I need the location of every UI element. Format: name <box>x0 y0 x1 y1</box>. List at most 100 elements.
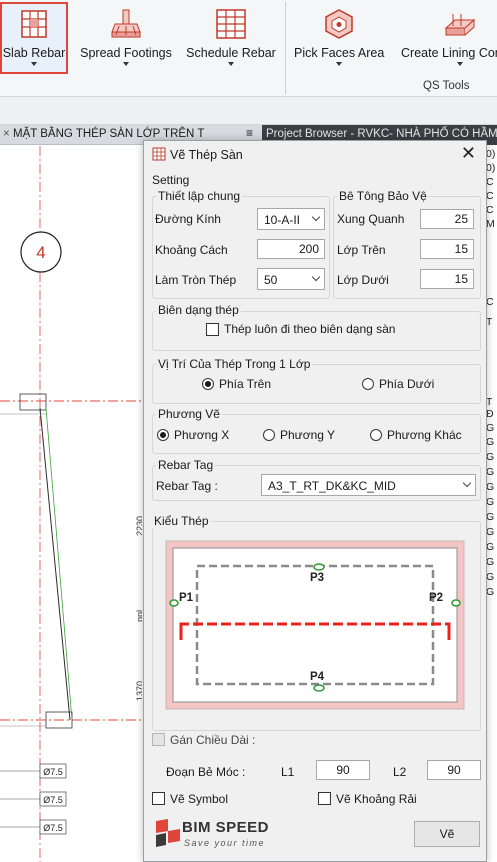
tree-item-fragment: M <box>486 218 495 230</box>
lop-duoi-input[interactable]: 15 <box>420 269 474 289</box>
rebar-tag-text: Ø7.5 <box>43 767 63 777</box>
rebar-tag-text: Ø7.5 <box>43 823 63 833</box>
chevron-down-icon <box>311 272 321 282</box>
phia-duoi-label: Phía Dưới <box>379 377 435 391</box>
spread-footing-icon <box>111 9 141 38</box>
tree-item-fragment: C <box>486 190 494 202</box>
bim-speed-logo: BIM SPEED Save your time <box>152 815 292 857</box>
tree-item-fragment: 0) <box>486 162 496 174</box>
dialog-title-bar: Vẽ Thép Sàn <box>152 147 243 162</box>
phuong-y-radio[interactable] <box>263 429 275 441</box>
chevron-down-icon <box>311 212 321 222</box>
chevron-down-icon <box>123 62 129 66</box>
view-tab-title: MẶT BẰNG THÉP SÀN LỚP TRÊN T <box>13 128 205 140</box>
rebar-type-diagram[interactable]: P1 P2 P3 P4 <box>165 540 465 710</box>
tree-item-fragment: G <box>486 511 495 523</box>
vi-tri-label: Vị Trí Của Thép Trong 1 Lớp <box>156 357 313 371</box>
bim-speed-logo-icon <box>156 819 180 847</box>
spread-footings-button[interactable]: Spread Footings <box>80 4 172 72</box>
phuong-khac-radio[interactable] <box>370 429 382 441</box>
tree-item-fragment: G <box>486 422 495 434</box>
rebar-tag-select[interactable]: A3_T_RT_DK&KC_MID <box>261 474 476 496</box>
close-button[interactable]: ✕ <box>461 143 476 164</box>
point-p1-label: P1 <box>179 592 194 604</box>
point-p2-marker[interactable] <box>451 599 461 607</box>
grid-bubble-label: 4 <box>36 243 45 262</box>
rebar-tags: Ø7.5 Ø7.5 Ø7.5 <box>39 763 67 835</box>
slab-rebar-button[interactable]: Slab Rebar <box>0 2 68 74</box>
point-p1-marker[interactable] <box>169 599 179 607</box>
khoang-cach-label: Khoảng Cách <box>155 243 228 257</box>
lop-tren-label: Lớp Trên <box>337 243 386 257</box>
rebar-tag-value: A3_T_RT_DK&KC_MID <box>268 479 396 493</box>
ve-button[interactable]: Vẽ <box>414 821 480 847</box>
drawing-svg: 4 2230 ppl 1370 Ø7.5 Ø7.5 Ø7.5 <box>0 146 142 862</box>
phuong-x-radio[interactable] <box>157 429 169 441</box>
chevron-down-icon <box>462 478 472 488</box>
tree-item-fragment: G <box>486 571 495 583</box>
lam-tron-select[interactable]: 50 <box>257 268 325 290</box>
dimension-text: ppl <box>135 610 142 622</box>
point-p3-marker[interactable] <box>313 563 325 571</box>
create-lining-button[interactable]: Create Lining Con <box>394 4 497 72</box>
phuong-khac-label: Phương Khác <box>387 428 462 442</box>
l2-input[interactable]: 90 <box>427 760 481 780</box>
close-icon[interactable]: × <box>3 128 10 140</box>
pick-faces-icon <box>325 9 353 39</box>
dialog-title: Vẽ Thép Sàn <box>170 148 243 162</box>
phuong-ve-label: Phương Vẽ <box>156 407 222 421</box>
doan-be-moc-label: Đoạn Bẻ Móc : <box>166 765 246 779</box>
slab-rebar-label: Slab Rebar <box>2 46 66 60</box>
menu-icon[interactable]: ≡ <box>246 126 253 140</box>
ribbon-panel-label: QS Tools <box>423 80 470 92</box>
ve-khoang-rai-label: Vẽ Khoảng Rải <box>336 792 417 806</box>
tree-item-fragment: G <box>486 436 495 448</box>
ribbon-panel-bar <box>0 97 497 125</box>
bien-dang-checkbox[interactable] <box>206 323 219 336</box>
project-browser-tree: 0) 0) C C C M C T T Đ G G G G G G G G G G G G <box>486 146 497 862</box>
rebar-tag-label: Rebar Tag : <box>156 479 218 493</box>
tree-item-fragment: G <box>486 526 495 538</box>
chevron-down-icon <box>336 62 342 66</box>
l2-label: L2 <box>393 765 407 779</box>
xung-quanh-input[interactable]: 25 <box>420 209 474 229</box>
khoang-cach-input[interactable]: 200 <box>257 239 325 259</box>
thiet-lap-chung-label: Thiết lập chung <box>156 189 243 203</box>
point-p4-marker[interactable] <box>313 684 325 692</box>
dimension-text: 2230 <box>135 516 142 536</box>
l1-label: L1 <box>281 765 295 779</box>
point-p4-label: P4 <box>310 671 325 683</box>
ve-symbol-checkbox[interactable] <box>152 792 165 805</box>
tree-item-fragment: C <box>486 204 494 216</box>
app-icon <box>152 147 166 161</box>
lop-tren-input[interactable]: 15 <box>420 239 474 259</box>
ve-khoang-rai-checkbox[interactable] <box>318 792 331 805</box>
drawing-canvas[interactable]: 4 2230 ppl 1370 Ø7.5 Ø7.5 Ø7.5 <box>0 146 142 862</box>
tree-item-fragment: G <box>486 556 495 568</box>
phia-tren-radio[interactable] <box>202 378 214 390</box>
xung-quanh-label: Xung Quanh <box>337 212 405 226</box>
schedule-rebar-button[interactable]: Schedule Rebar <box>186 4 276 72</box>
logo-tagline: Save your time <box>184 838 266 848</box>
phia-duoi-radio[interactable] <box>362 378 374 390</box>
duong-kinh-value: 10-A-II <box>264 213 301 227</box>
tree-item-fragment: 0) <box>486 148 496 160</box>
spread-footings-label: Spread Footings <box>80 46 172 60</box>
chevron-down-icon <box>457 62 463 66</box>
gan-chieu-dai-checkbox[interactable] <box>152 733 165 746</box>
pick-faces-area-button[interactable]: Pick Faces Area <box>294 4 384 72</box>
rebar-tag-text: Ø7.5 <box>43 795 63 805</box>
tree-item-fragment: G <box>486 481 495 493</box>
duong-kinh-select[interactable]: 10-A-II <box>257 208 325 230</box>
phuong-y-label: Phương Y <box>280 428 336 442</box>
schedule-rebar-label: Schedule Rebar <box>186 46 276 60</box>
chevron-down-icon <box>31 62 37 66</box>
slab-rebar-icon <box>21 10 47 38</box>
bien-dang-check-label: Thép luôn đi theo biên dạng sàn <box>224 322 396 336</box>
lop-duoi-label: Lớp Dưới <box>337 273 389 287</box>
schedule-icon <box>216 9 246 39</box>
point-p3-label: P3 <box>310 572 324 584</box>
bien-dang-label: Biên dạng thép <box>156 303 241 317</box>
l1-input[interactable]: 90 <box>316 760 370 780</box>
tree-item-fragment: G <box>486 586 495 598</box>
